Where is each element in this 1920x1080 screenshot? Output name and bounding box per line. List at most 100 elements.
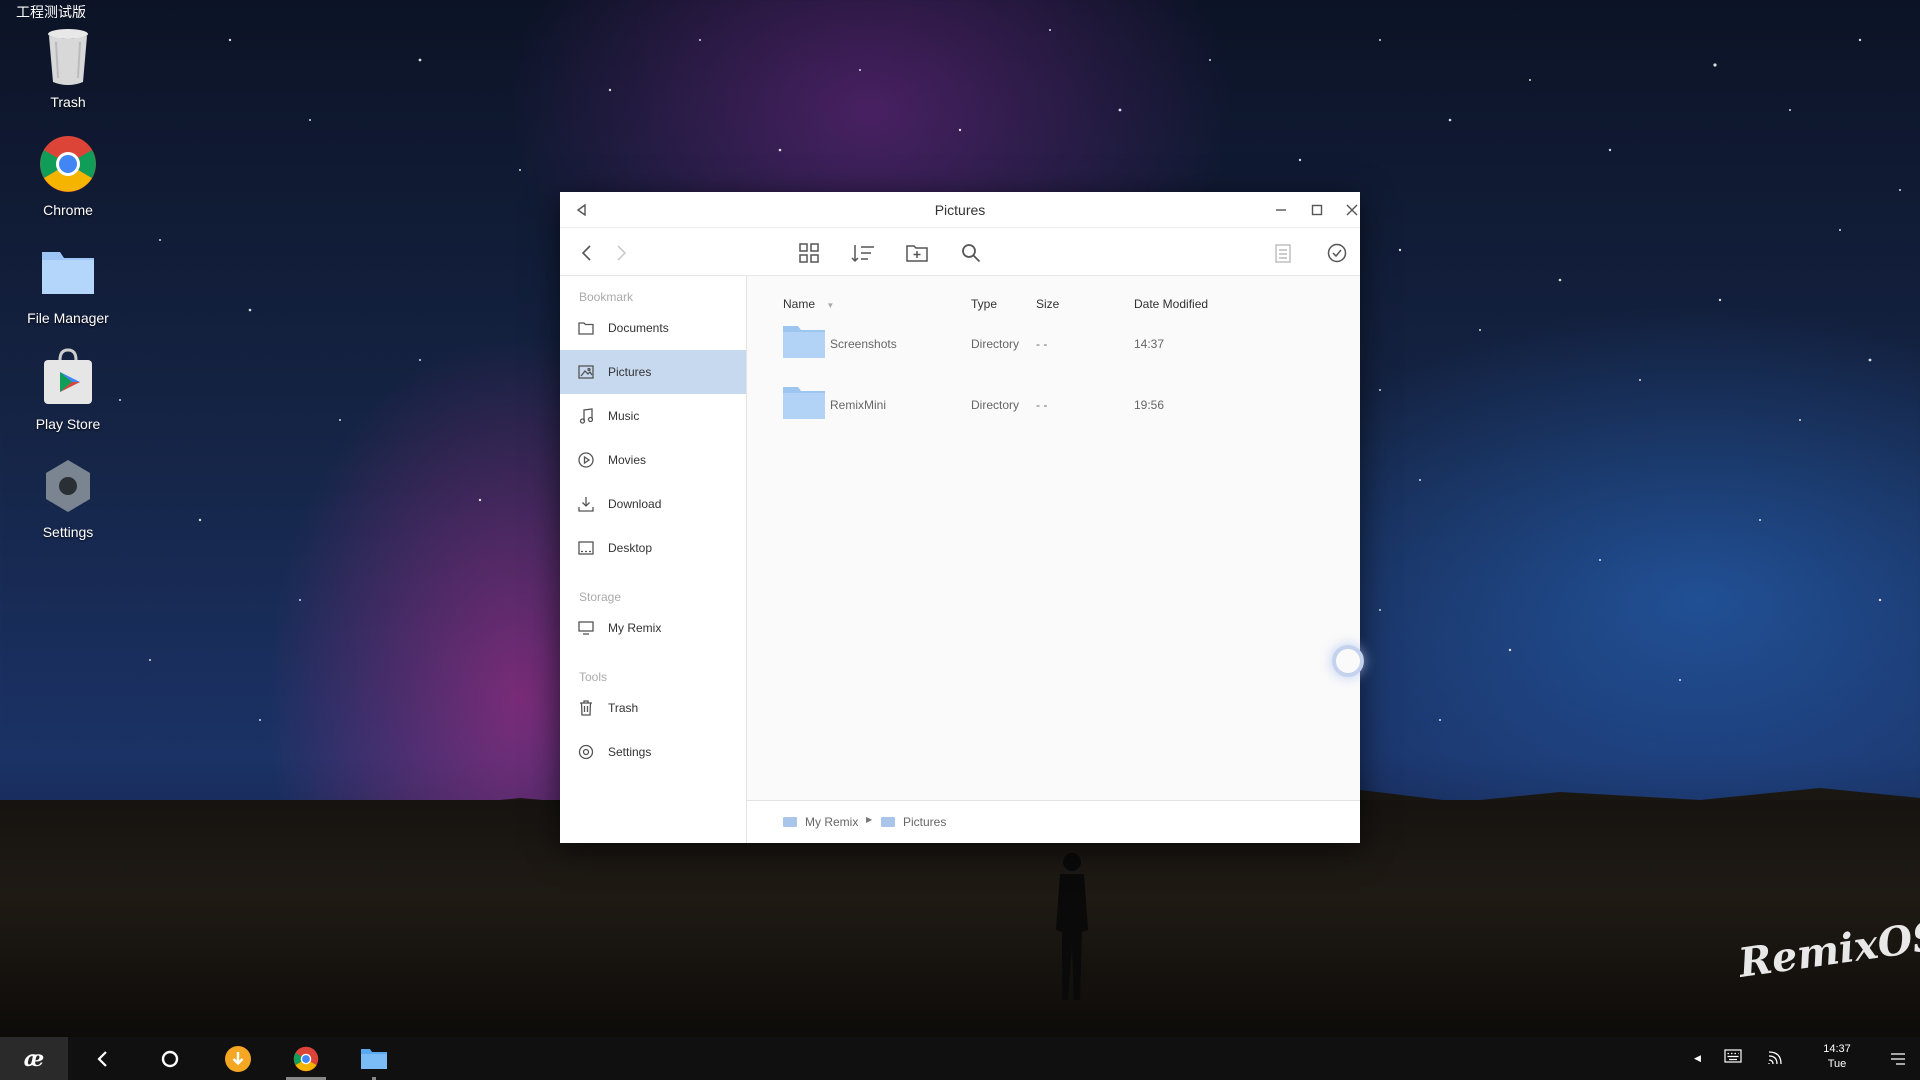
table-row[interactable]: RemixMini Directory - - 19:56 [747,381,1360,431]
select-check-button[interactable] [1322,238,1352,268]
home-button[interactable] [140,1037,200,1080]
breadcrumb-separator-icon: ▶ [866,815,873,824]
play-store-icon [36,346,100,410]
clock-day: Tue [1827,1058,1847,1070]
taskbar-chrome[interactable] [276,1037,336,1080]
column-header-size[interactable]: Size [1036,297,1059,311]
title-bar: Pictures [560,192,1360,228]
sidebar-item-trash[interactable]: Trash [560,686,746,730]
desktop-icon-label: Settings [42,524,94,540]
desktop-icon-trash[interactable]: Trash [13,24,123,110]
breadcrumb-item[interactable]: Pictures [881,815,946,829]
notification-menu-icon[interactable] [1890,1052,1906,1070]
file-list: Name ▼ Type Size Date Modified Screensho… [747,276,1364,800]
desktop-icon-label: Trash [50,94,86,110]
cast-icon[interactable] [1768,1049,1784,1070]
close-button[interactable] [1340,198,1364,222]
play-circle-icon [578,452,594,468]
desktop-icon-chrome[interactable]: Chrome [13,132,123,218]
column-header-name[interactable]: Name ▼ [783,297,834,311]
sidebar-item-label: Desktop [608,541,653,555]
back-button[interactable] [72,1037,132,1080]
trash-outline-icon [578,700,594,716]
settings-hex-icon [36,454,100,518]
build-label: 工程测试版 [16,4,86,20]
tray-expand-icon[interactable]: ◀ [1694,1053,1701,1064]
clipboard-button[interactable] [1268,238,1298,268]
folder-mini-icon [783,817,797,827]
sidebar-item-label: Download [608,497,662,511]
minimize-button[interactable] [1269,198,1293,222]
sidebar-item-label: Music [608,409,640,423]
sidebar-section-tools: Tools [579,670,608,684]
file-name: Screenshots [830,337,897,351]
sidebar-item-documents[interactable]: Documents [560,306,746,350]
music-note-icon [578,408,594,424]
sidebar-section-bookmark: Bookmark [579,290,634,304]
keyboard-icon[interactable] [1724,1049,1742,1068]
breadcrumb-label: Pictures [903,815,947,829]
sidebar-item-settings[interactable]: Settings [560,730,746,774]
sidebar: Bookmark Documents Pictures Music Movies [560,276,747,843]
sort-down-icon: ▼ [826,301,835,310]
breadcrumb-item[interactable]: My Remix [783,815,858,829]
new-folder-button[interactable] [902,238,932,268]
sidebar-item-movies[interactable]: Movies [560,438,746,482]
sidebar-item-label: Pictures [608,365,652,379]
file-size: - - [1036,398,1048,412]
file-date: 19:56 [1134,398,1165,412]
sidebar-item-music[interactable]: Music [560,394,746,438]
sidebar-item-download[interactable]: Download [560,482,746,526]
desktop-icon-label: Chrome [43,202,93,218]
toolbar [560,228,1360,276]
grid-view-button[interactable] [794,238,824,268]
taskbar-download-app[interactable] [208,1037,268,1080]
download-icon [578,496,594,512]
breadcrumb-label: My Remix [805,815,859,829]
monitor-icon [578,620,594,636]
sidebar-item-label: My Remix [608,621,662,635]
column-header-type[interactable]: Type [971,297,997,311]
search-button[interactable] [956,238,986,268]
column-label: Name [783,297,816,311]
column-header-date[interactable]: Date Modified [1134,297,1208,311]
sidebar-section-storage: Storage [579,590,622,604]
file-date: 14:37 [1134,337,1165,351]
window-title: Pictures [934,202,986,218]
desktop-icon [578,540,594,556]
desktop-icon-play-store[interactable]: Play Store [13,346,123,432]
gear-icon [578,744,594,760]
taskbar: æ ◀ 14:37 Tue [0,1037,1920,1080]
nav-back-button[interactable] [572,238,602,268]
file-name: RemixMini [830,398,887,412]
sidebar-item-label: Movies [608,453,647,467]
file-type: Directory [971,337,1020,351]
sidebar-item-my-remix[interactable]: My Remix [560,606,746,650]
sort-button[interactable] [848,238,878,268]
file-manager-window: Pictures Bookmark Documents Pictures Mus… [560,192,1364,843]
sidebar-item-pictures[interactable]: Pictures [560,350,746,394]
sidebar-item-label: Trash [608,701,639,715]
sidebar-item-desktop[interactable]: Desktop [560,526,746,570]
person-silhouette [1056,853,1088,1000]
desktop-icon-settings[interactable]: Settings [13,454,123,540]
desktop-icon-label: Play Store [35,416,101,432]
trash-icon [36,24,100,88]
chrome-icon [36,132,100,196]
table-row[interactable]: Screenshots Directory - - 14:37 [747,320,1360,370]
folder-outline-icon [578,320,594,336]
maximize-button[interactable] [1305,198,1329,222]
taskbar-file-manager[interactable] [344,1037,404,1080]
file-type: Directory [971,398,1020,412]
clock-time: 14:37 [1823,1043,1851,1055]
file-size: - - [1036,337,1048,351]
start-button[interactable]: æ [0,1037,68,1080]
loading-spinner [1332,645,1364,677]
clock[interactable]: 14:37 Tue [1800,1042,1874,1072]
nav-forward-button[interactable] [606,238,636,268]
folder-mini-icon [881,817,895,827]
desktop-icon-label: File Manager [27,310,109,326]
sidebar-item-label: Documents [608,321,669,335]
desktop-icon-file-manager[interactable]: File Manager [13,240,123,326]
folder-icon [783,385,825,419]
